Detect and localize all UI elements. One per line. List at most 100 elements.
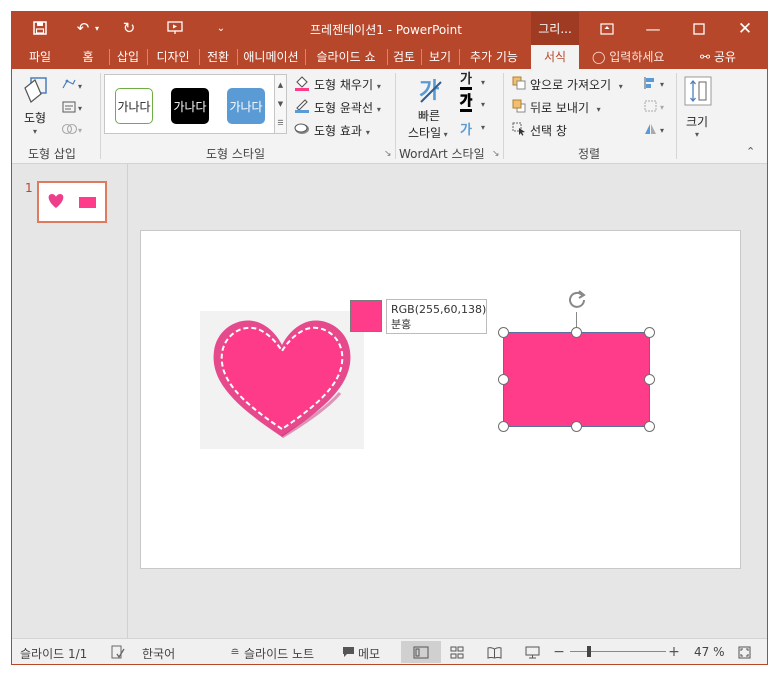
slide-canvas[interactable]: RGB(255,60,138) 분홍 (140, 230, 741, 569)
slide-thumbnail[interactable] (37, 181, 107, 223)
close-icon[interactable]: ✕ (722, 12, 767, 45)
context-tab-drawing-tools[interactable]: 그리... (531, 12, 579, 45)
shapes-dropdown-icon[interactable]: ▾ (33, 127, 37, 136)
tab-transitions[interactable]: 전환 (200, 45, 236, 69)
selected-rectangle[interactable] (503, 332, 650, 427)
tab-home[interactable]: 홈 (68, 45, 108, 69)
text-outline-icon[interactable]: 가 (460, 94, 472, 112)
scroll-down-icon[interactable]: ▼ (278, 100, 283, 108)
text-effects-dropdown-icon[interactable]: ▾ (481, 123, 485, 132)
resize-handle-bottom-left[interactable] (498, 421, 509, 432)
start-slideshow-icon[interactable] (164, 18, 186, 38)
comments-icon[interactable] (341, 643, 355, 661)
zoom-out-icon[interactable]: − (553, 643, 565, 661)
notes-icon[interactable]: ≘ (228, 643, 242, 661)
size-label[interactable]: 크기 (686, 113, 708, 130)
shapes-icon[interactable] (20, 75, 52, 105)
fit-to-window-icon[interactable] (736, 643, 752, 661)
redo-icon[interactable]: ↻ (118, 18, 140, 38)
size-icon[interactable] (683, 75, 713, 107)
undo-dropdown-icon[interactable]: ▾ (92, 18, 102, 38)
save-icon[interactable] (29, 18, 51, 38)
wordart-quick-styles-icon[interactable]: 가 (414, 73, 450, 105)
svg-text:▾: ▾ (78, 126, 82, 135)
resize-handle-bottom[interactable] (571, 421, 582, 432)
customize-qat-icon[interactable]: ⌄ (210, 18, 232, 38)
align-icon[interactable]: ▾ (642, 76, 668, 90)
tab-view[interactable]: 보기 (422, 45, 458, 69)
tab-animations[interactable]: 애니메이션 (238, 45, 304, 69)
quick-styles-label-1[interactable]: 빠른 (418, 107, 440, 124)
language-indicator[interactable]: 한국어 (142, 645, 175, 662)
resize-handle-top[interactable] (571, 327, 582, 338)
text-fill-dropdown-icon[interactable]: ▾ (481, 78, 485, 87)
svg-text:▾: ▾ (660, 80, 664, 89)
notes-button[interactable]: 슬라이드 노트 (244, 645, 314, 662)
minimize-icon[interactable]: — (630, 12, 676, 45)
shape-styles-launcher-icon[interactable]: ↘ (384, 149, 392, 159)
slide-sorter-icon[interactable] (448, 643, 466, 661)
shape-fill-button[interactable]: 도형 채우기 ▾ (314, 76, 381, 93)
tab-design[interactable]: 디자인 (148, 45, 198, 69)
reading-view-icon[interactable] (485, 643, 503, 661)
text-outline-dropdown-icon[interactable]: ▾ (481, 100, 485, 109)
resize-handle-top-left[interactable] (498, 327, 509, 338)
gallery-scroll[interactable]: ▲ ▼ ☰ (274, 74, 287, 134)
tab-insert[interactable]: 삽입 (110, 45, 146, 69)
share-button[interactable]: ⚯ 공유 (700, 45, 736, 69)
tooltip-rgb: RGB(255,60,138) (391, 303, 487, 316)
comments-button[interactable]: 메모 (358, 645, 380, 662)
rotate-icon[interactable]: ▾ (642, 122, 668, 136)
group-objects-icon[interactable]: ▾ (642, 99, 668, 113)
quick-styles-button[interactable]: 스타일 ▾ (408, 124, 448, 141)
tab-file[interactable]: 파일 (18, 45, 62, 69)
zoom-slider-thumb[interactable] (587, 646, 591, 657)
rotate-handle-icon[interactable] (565, 288, 589, 312)
edit-shape-icon[interactable]: ▾ (60, 77, 86, 93)
slideshow-view-icon[interactable] (523, 643, 541, 661)
pen-outline-icon (293, 97, 311, 113)
spelling-icon[interactable] (110, 643, 126, 661)
tab-add-ins[interactable]: 추가 기능 (460, 45, 528, 69)
text-box-icon[interactable]: ▾ (60, 99, 86, 115)
resize-handle-right[interactable] (644, 374, 655, 385)
normal-view-icon[interactable] (401, 641, 441, 663)
gallery-more-icon[interactable]: ☰ (277, 119, 283, 127)
tab-review[interactable]: 검토 (388, 45, 420, 69)
shape-outline-button[interactable]: 도형 윤곽선 ▾ (314, 99, 381, 116)
tab-format[interactable]: 서식 (531, 45, 579, 69)
svg-text:▾: ▾ (78, 82, 82, 91)
selection-pane-button[interactable]: 선택 창 (530, 122, 567, 139)
shapes-label[interactable]: 도형 (24, 109, 46, 126)
tell-me-box[interactable]: ◯ 입력하세요 (592, 45, 664, 69)
zoom-in-icon[interactable]: + (668, 643, 680, 661)
resize-handle-top-right[interactable] (644, 327, 655, 338)
resize-handle-left[interactable] (498, 374, 509, 385)
send-backward-button[interactable]: 뒤로 보내기 ▾ (530, 99, 601, 116)
scroll-up-icon[interactable]: ▲ (278, 81, 283, 89)
maximize-icon[interactable] (676, 12, 722, 45)
group-divider (100, 73, 101, 159)
collapse-ribbon-icon[interactable]: ⌃ (746, 145, 755, 158)
bring-forward-button[interactable]: 앞으로 가져오기 ▾ (530, 76, 623, 93)
text-fill-icon[interactable]: 가 (460, 73, 472, 90)
share-label: 공유 (713, 50, 736, 64)
style-swatch-black[interactable]: 가나다 (171, 88, 209, 124)
wordart-launcher-icon[interactable]: ↘ (492, 149, 500, 159)
ribbon-tabs: 파일 홈 삽입 디자인 전환 애니메이션 슬라이드 쇼 검토 보기 추가 기능 … (12, 45, 767, 69)
style-swatch-outline[interactable]: 가나다 (115, 88, 153, 124)
tab-slideshow[interactable]: 슬라이드 쇼 (306, 45, 386, 69)
style-swatch-blue[interactable]: 가나다 (227, 88, 265, 124)
ribbon-display-options-icon[interactable] (584, 12, 630, 45)
text-effects-icon[interactable]: 가 (460, 119, 472, 138)
size-dropdown-icon[interactable]: ▾ (695, 130, 699, 139)
slide-number: 1 (25, 181, 33, 195)
merge-shapes-icon[interactable]: ▾ (60, 121, 86, 137)
shape-effects-button[interactable]: 도형 효과 ▾ (314, 122, 370, 139)
group-divider (503, 73, 504, 159)
zoom-level[interactable]: 47 % (694, 645, 725, 659)
heart-picture[interactable] (200, 311, 364, 449)
zoom-slider-track[interactable] (570, 651, 666, 652)
undo-icon[interactable]: ↶ (72, 18, 94, 38)
resize-handle-bottom-right[interactable] (644, 421, 655, 432)
